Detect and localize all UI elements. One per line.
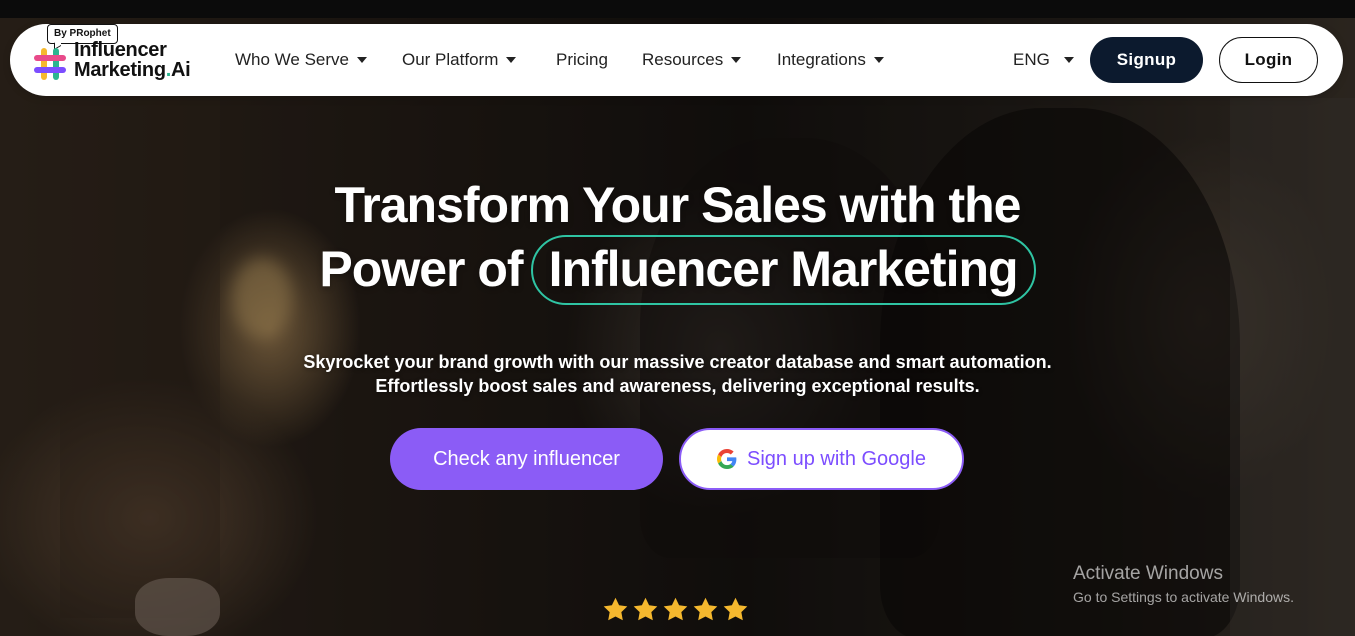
navbar: By PRophet Influencer Marketing.Ai Who W…: [10, 24, 1343, 96]
chevron-down-icon: [731, 56, 742, 63]
windows-activation-watermark: Activate Windows Go to Settings to activ…: [1073, 563, 1294, 607]
top-strip: [0, 0, 1355, 18]
star-icon: [663, 597, 688, 621]
language-selector[interactable]: ENG: [1013, 50, 1074, 70]
hero-overlay: [0, 18, 1355, 636]
hero-headline-line2: Power of Influencer Marketing: [0, 235, 1355, 308]
brand-name: Influencer Marketing.Ai: [74, 39, 191, 81]
hero-headline-line1: Transform Your Sales with the: [334, 177, 1022, 233]
chevron-down-icon: [873, 56, 884, 63]
watermark-subtitle: Go to Settings to activate Windows.: [1073, 589, 1294, 605]
nav-label: Who We Serve: [235, 50, 350, 69]
hero-headline-highlight: Influencer Marketing: [530, 235, 1036, 305]
nav-resources[interactable]: Resources: [642, 50, 742, 70]
language-label: ENG: [1013, 50, 1050, 69]
nav-label: Pricing: [556, 50, 608, 69]
google-signup-label: Sign up with Google: [746, 447, 926, 470]
rating-stars: [602, 596, 752, 626]
nav-our-platform[interactable]: Our Platform: [402, 50, 517, 70]
brand-name-line1: Influencer: [74, 39, 167, 61]
nav-label: Resources: [642, 50, 724, 69]
chevron-down-icon: [357, 56, 368, 63]
chevron-down-icon: [1063, 56, 1074, 63]
star-icon: [693, 597, 718, 621]
hashtag-logo-icon: [34, 48, 66, 80]
star-icon: [633, 597, 658, 621]
brand-name-line2: Marketing.Ai: [74, 59, 191, 81]
login-button[interactable]: Login: [1219, 37, 1318, 83]
nav-label: Integrations: [777, 50, 866, 69]
hero-background-video: [0, 18, 1355, 636]
brand-logo[interactable]: By PRophet Influencer Marketing.Ai: [32, 24, 212, 84]
star-icon: [603, 597, 628, 621]
hero-headline-prefix: Power of: [319, 241, 523, 298]
google-icon: [716, 449, 737, 469]
signup-button[interactable]: Signup: [1090, 37, 1203, 83]
nav-pricing[interactable]: Pricing: [556, 50, 608, 70]
hero-subtext-line2: Effortlessly boost sales and awareness, …: [375, 376, 980, 396]
nav-integrations[interactable]: Integrations: [777, 50, 884, 70]
chevron-down-icon: [506, 56, 517, 63]
nav-who-we-serve[interactable]: Who We Serve: [235, 50, 368, 70]
star-icon: [723, 597, 748, 621]
nav-label: Our Platform: [402, 50, 499, 69]
hero-subtext-line1: Skyrocket your brand growth with our mas…: [303, 352, 1052, 372]
google-signup-button[interactable]: Sign up with Google: [679, 428, 964, 490]
check-influencer-button[interactable]: Check any influencer: [390, 428, 663, 490]
watermark-title: Activate Windows: [1073, 563, 1223, 584]
